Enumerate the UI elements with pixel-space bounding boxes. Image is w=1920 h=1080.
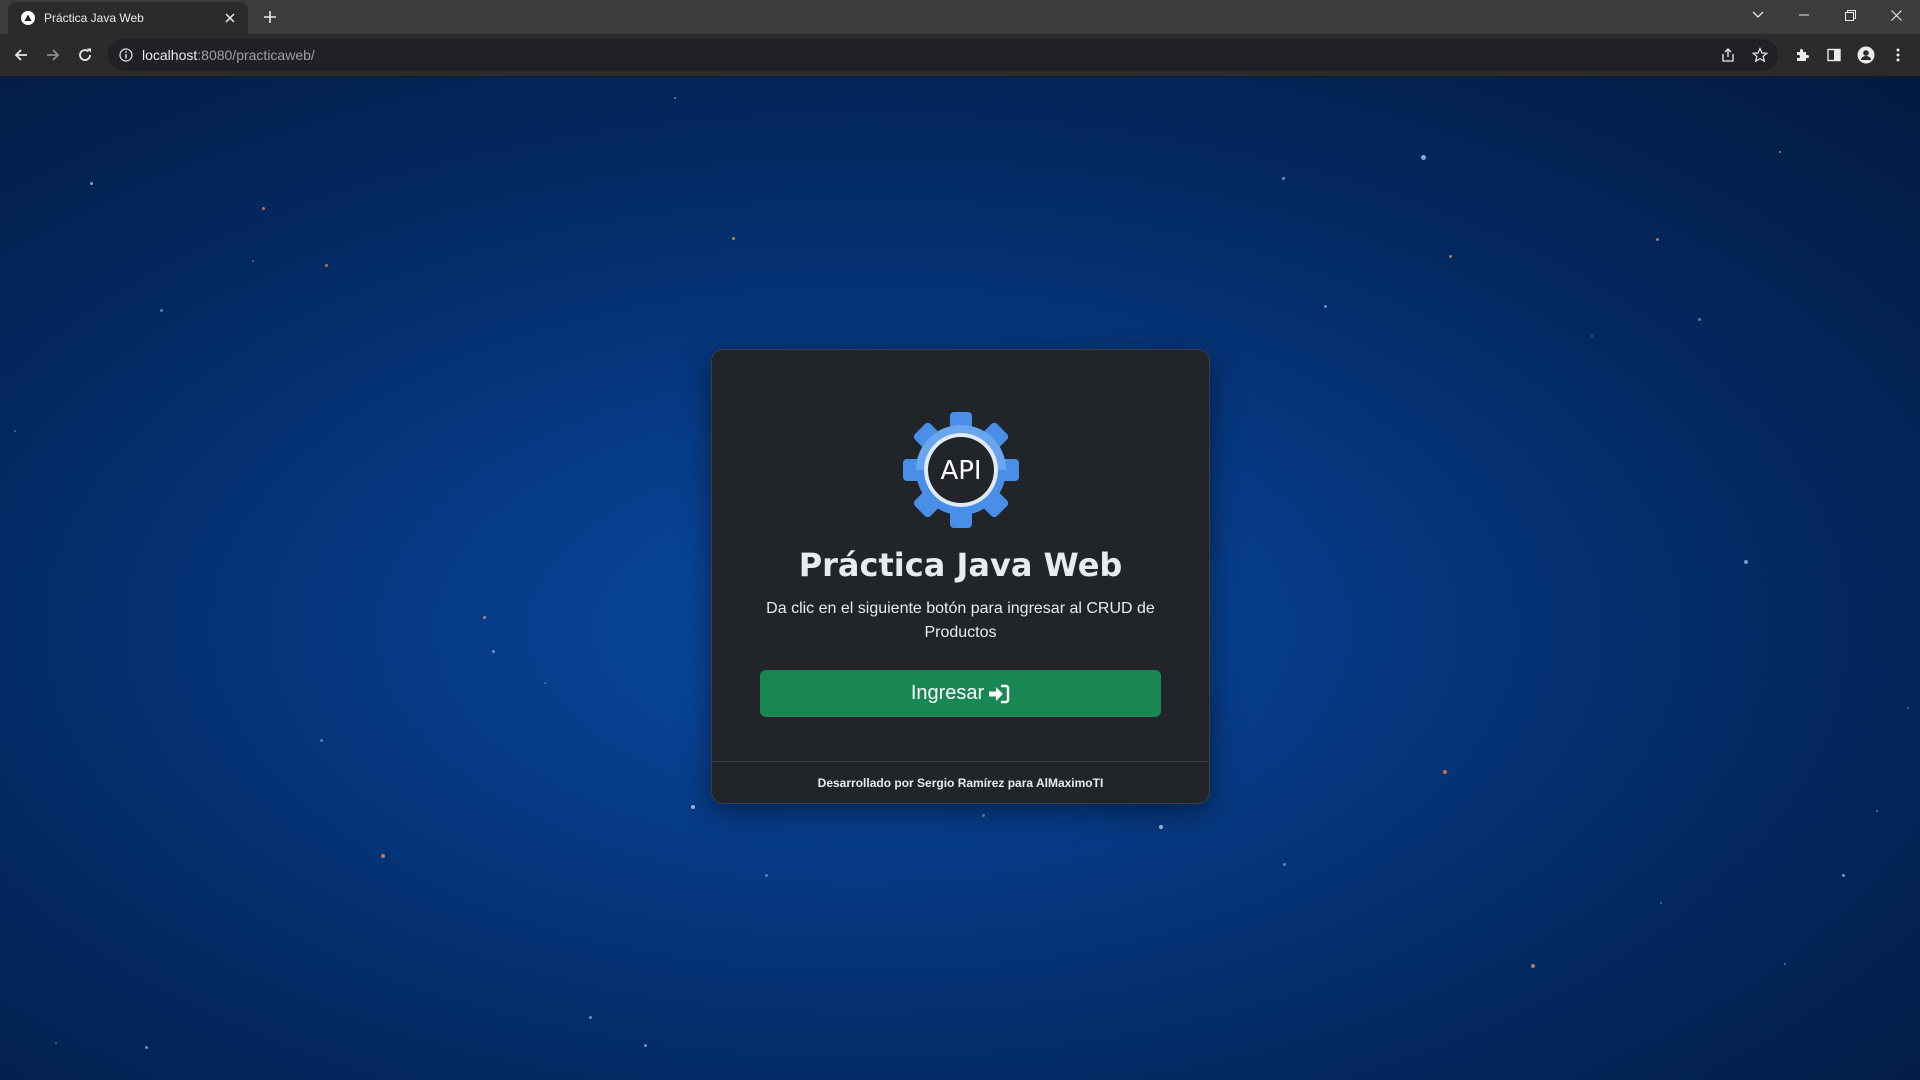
star-dot: [1656, 238, 1659, 241]
star-dot: [1159, 825, 1163, 829]
star-dot: [1784, 963, 1786, 965]
star-dot: [1531, 964, 1535, 968]
star-dot: [982, 814, 985, 817]
star-dot: [1744, 560, 1748, 564]
back-arrow-icon[interactable]: [9, 43, 33, 67]
tab-search-chevron-icon[interactable]: [1740, 0, 1776, 30]
star-dot: [492, 650, 495, 653]
star-dot: [320, 739, 323, 742]
star-dot: [1842, 874, 1845, 877]
star-dot: [1449, 255, 1452, 258]
star-dot: [589, 1016, 592, 1019]
star-dot: [1698, 318, 1701, 321]
star-dot: [1660, 902, 1662, 904]
address-bar[interactable]: localhost:8080/practicaweb/: [108, 39, 1778, 71]
share-icon[interactable]: [1718, 45, 1738, 65]
page-viewport: API Práctica Java Web Da clic en el sigu…: [0, 77, 1920, 1080]
close-window-button[interactable]: [1878, 0, 1914, 30]
sign-in-icon: [989, 684, 1010, 703]
api-gear-logo-icon: API: [903, 412, 1019, 528]
url-host: localhost: [142, 47, 198, 63]
close-tab-icon[interactable]: [220, 8, 240, 28]
star-dot: [544, 682, 546, 684]
browser-window: Práctica Java Web localhost:8080/practic…: [0, 0, 1920, 1080]
tab-title: Práctica Java Web: [44, 11, 144, 25]
star-dot: [1324, 305, 1327, 308]
menu-kebab-icon[interactable]: [1886, 43, 1910, 67]
info-icon[interactable]: [118, 47, 134, 63]
minimize-button[interactable]: [1786, 0, 1822, 30]
star-dot: [1283, 863, 1286, 866]
star-dot: [732, 237, 735, 240]
star-dot: [1779, 151, 1781, 153]
browser-toolbar: localhost:8080/practicaweb/: [0, 34, 1920, 77]
star-dot: [381, 854, 385, 858]
url-path: :8080/practicaweb/: [197, 47, 315, 63]
star-dot: [14, 430, 16, 432]
triangle-icon: [21, 11, 35, 25]
card-description: Da clic en el siguiente botón para ingre…: [766, 600, 1155, 641]
star-dot: [325, 264, 328, 267]
card-footer: Desarrollado por Sergio Ramírez para AlM…: [712, 761, 1209, 803]
reload-icon[interactable]: [73, 43, 97, 67]
extensions-icon[interactable]: [1790, 43, 1814, 67]
star-dot: [674, 97, 676, 99]
star-dot: [90, 182, 93, 185]
page-title: Práctica Java Web: [798, 546, 1123, 584]
star-dot: [644, 1044, 647, 1047]
star-dot: [691, 805, 695, 809]
star-dot: [483, 616, 486, 619]
forward-arrow-icon[interactable]: [41, 43, 65, 67]
side-panel-icon[interactable]: [1822, 43, 1846, 67]
ingresar-label: Ingresar: [910, 682, 985, 704]
star-dot: [1876, 810, 1878, 812]
url-text[interactable]: localhost:8080/practicaweb/: [142, 47, 315, 63]
logo-text: API: [940, 456, 981, 486]
star-dot: [252, 260, 254, 262]
star-dot: [160, 309, 163, 312]
star-dot: [262, 207, 265, 210]
star-dot: [145, 1046, 148, 1049]
star-dot: [1907, 707, 1909, 709]
restore-button[interactable]: [1832, 0, 1868, 30]
bookmark-star-icon[interactable]: [1750, 45, 1770, 65]
star-dot: [1443, 770, 1447, 774]
star-dot: [1421, 155, 1426, 160]
star-dot: [1591, 335, 1593, 337]
star-dot: [765, 874, 768, 877]
star-dot: [1282, 177, 1285, 180]
star-dot: [55, 1042, 57, 1044]
welcome-card: API Práctica Java Web Da clic en el sigu…: [711, 349, 1210, 804]
tab-practica-java-web[interactable]: Práctica Java Web: [8, 2, 248, 34]
new-tab-button[interactable]: [258, 5, 282, 29]
profile-avatar-icon[interactable]: [1854, 43, 1878, 67]
tab-strip: Práctica Java Web: [0, 0, 1920, 34]
ingresar-button[interactable]: Ingresar: [760, 670, 1161, 717]
